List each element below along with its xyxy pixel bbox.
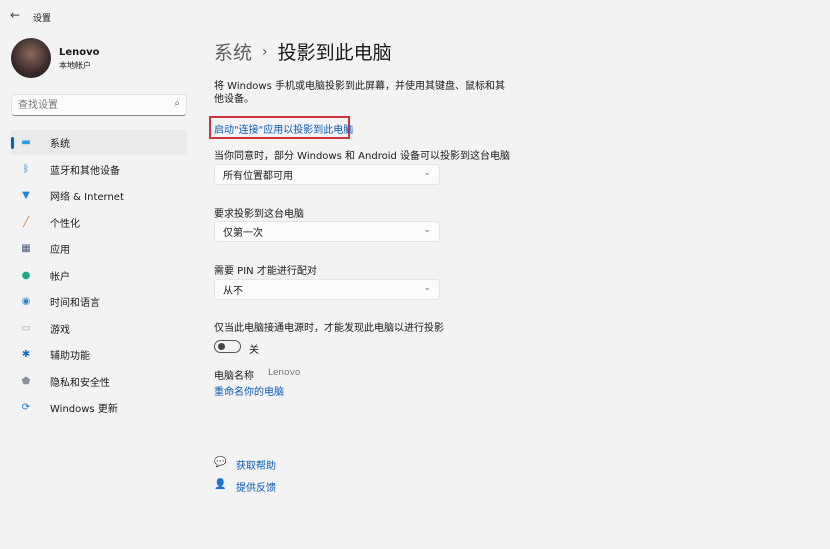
account-type: 本地帐户 — [59, 61, 91, 70]
pc-name: Lenovo — [268, 368, 301, 378]
sidebar-item-4[interactable]: ▦ 应用 — [10, 236, 187, 261]
person-icon: ● — [21, 269, 31, 281]
sidebar-item-label: 时间和语言 — [50, 298, 100, 309]
bluetooth-icon: ᛒ — [23, 163, 29, 175]
sidebar-item-6[interactable]: ◉ 时间和语言 — [10, 289, 187, 314]
sidebar-item-label: 个性化 — [50, 218, 80, 230]
sidebar-item-label: 蓝牙和其他设备 — [50, 165, 120, 177]
sidebar-item-3[interactable]: ╱ 个性化 — [10, 210, 187, 235]
sidebar-item-label: 游戏 — [50, 324, 70, 336]
sidebar-item-label: 辅助功能 — [50, 351, 90, 362]
setting2-label: 要求投影到这台电脑 — [214, 209, 304, 220]
sidebar-item-1[interactable]: ᛒ 蓝牙和其他设备 — [10, 157, 187, 182]
description: 将 Windows 手机或电脑投影到此屏幕，并使用其键盘、鼠标和其他设备。 — [214, 81, 505, 105]
back-button[interactable]: ← — [10, 8, 20, 22]
monitor-icon: ▬ — [21, 137, 31, 148]
feedback-link[interactable]: 提供反馈 — [236, 479, 276, 494]
toggle-knob — [218, 343, 225, 350]
chevron-down-icon: ⌄ — [423, 168, 431, 178]
sidebar-item-label: 帐户 — [50, 271, 70, 283]
window-title: 设置 — [33, 14, 52, 24]
sidebar-item-label: 网络 & Internet — [50, 192, 124, 203]
chevron-down-icon: ⌄ — [423, 283, 431, 293]
sidebar-item-7[interactable]: ▭ 游戏 — [10, 316, 187, 341]
search-icon[interactable]: ⌕ — [174, 98, 180, 109]
user-name: Lenovo — [59, 47, 100, 58]
launch-connect-link[interactable]: 启动"连接"应用以投影到此电脑 — [214, 121, 353, 136]
toggle-state: 关 — [249, 345, 259, 356]
dropdown-value: 从不 — [223, 286, 243, 297]
feedback-icon: 👤 — [214, 479, 227, 490]
sidebar-item-8[interactable]: ✱ 辅助功能 — [10, 342, 187, 367]
rename-pc-link[interactable]: 重命名你的电脑 — [214, 383, 284, 398]
sidebar-item-0[interactable]: ▬ 系统 — [10, 130, 187, 155]
gamepad-icon: ▭ — [21, 322, 31, 334]
sidebar-item-label: Windows 更新 — [50, 404, 118, 415]
accessibility-icon: ✱ — [21, 349, 31, 360]
brush-icon: ╱ — [22, 216, 30, 228]
sidebar-item-5[interactable]: ● 帐户 — [10, 263, 187, 288]
wifi-icon: ▼ — [22, 190, 30, 201]
sidebar-item-label: 隐私和安全性 — [50, 377, 110, 389]
setting1-label: 当你同意时，部分 Windows 和 Android 设备可以投影到这台电脑 — [214, 151, 511, 162]
sidebar-item-label: 系统 — [50, 139, 70, 150]
sidebar-item-label: 应用 — [50, 245, 70, 256]
avatar — [11, 38, 51, 78]
chevron-down-icon: ⌄ — [423, 225, 431, 235]
update-icon: ⟳ — [21, 402, 31, 413]
breadcrumb-parent[interactable]: 系统 — [214, 38, 252, 65]
pc-name-label: 电脑名称 — [214, 371, 254, 382]
globe-clock-icon: ◉ — [21, 296, 31, 307]
selected-indicator — [11, 137, 14, 149]
sidebar-item-2[interactable]: ▼ 网络 & Internet — [10, 183, 187, 208]
breadcrumb: 系统 › 投影到此电脑 — [214, 38, 392, 65]
dropdown-value: 所有位置都可用 — [223, 171, 293, 182]
setting3-label: 需要 PIN 才能进行配对 — [214, 266, 317, 277]
sidebar-item-10[interactable]: ⟳ Windows 更新 — [10, 395, 187, 420]
search-input[interactable] — [12, 95, 162, 115]
dropdown-value: 仅第一次 — [223, 228, 263, 239]
setting4-label: 仅当此电脑接通电源时，才能发现此电脑以进行投影 — [214, 323, 444, 334]
availability-dropdown[interactable]: 所有位置都可用 ⌄ — [214, 164, 440, 185]
get-help-link[interactable]: 获取帮助 — [236, 457, 276, 472]
require-projection-dropdown[interactable]: 仅第一次 ⌄ — [214, 221, 440, 242]
shield-icon: ⬟ — [21, 375, 31, 387]
help-icon: 💬 — [214, 457, 227, 468]
pin-dropdown[interactable]: 从不 ⌄ — [214, 279, 440, 300]
page-title: 投影到此电脑 — [277, 42, 392, 64]
sidebar-item-9[interactable]: ⬟ 隐私和安全性 — [10, 369, 187, 394]
breadcrumb-separator: › — [262, 43, 268, 60]
apps-icon: ▦ — [21, 243, 31, 254]
search-box[interactable]: ⌕ — [11, 94, 187, 116]
power-toggle[interactable] — [214, 340, 241, 353]
